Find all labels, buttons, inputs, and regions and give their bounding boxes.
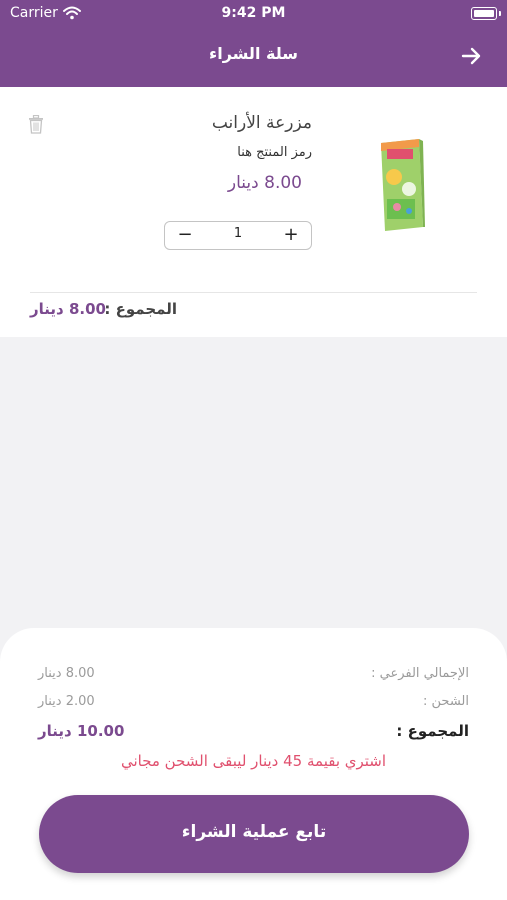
product-image — [377, 137, 425, 233]
status-time: 9:42 PM — [221, 5, 286, 21]
status-bar: Carrier 9:42 PM — [0, 0, 507, 26]
order-summary: الإجمالي الفرعي : 8.00 دينار الشحن : 2.0… — [0, 628, 507, 900]
total-label: المجموع : — [396, 722, 469, 740]
plus-icon[interactable]: + — [281, 224, 301, 246]
product-name: مزرعة الأرانب — [211, 113, 312, 133]
battery-icon — [471, 7, 497, 20]
page-title: سلة الشراء — [209, 44, 298, 63]
total-value: 10.00 دينار — [38, 722, 125, 740]
product-price: 8.00 دينار — [227, 173, 302, 193]
cart-item-card: مزرعة الأرانب رمز المنتج هنا 8.00 دينار … — [0, 87, 507, 337]
header: Carrier 9:42 PM سلة الشراء — [0, 0, 507, 87]
divider — [30, 292, 477, 293]
quantity-stepper: − 1 + — [164, 221, 312, 250]
trash-icon[interactable] — [28, 114, 44, 138]
subtotal-label: الإجمالي الفرعي : — [371, 666, 469, 681]
subtotal-value: 8.00 دينار — [38, 666, 95, 681]
free-shipping-promo: اشتري بقيمة 45 دينار ليبقى الشحن مجاني — [120, 752, 387, 770]
checkout-button-label: تابع عملية الشراء — [181, 822, 327, 842]
back-arrow-icon[interactable] — [459, 44, 483, 68]
checkout-button[interactable]: تابع عملية الشراء — [39, 795, 469, 873]
item-total-label: المجموع : — [104, 300, 177, 318]
shipping-label: الشحن : — [423, 694, 469, 709]
shipping-value: 2.00 دينار — [38, 694, 95, 709]
battery-cap — [499, 11, 501, 16]
product-code: رمز المنتج هنا — [237, 145, 312, 160]
item-total-value: 8.00 دينار — [30, 300, 106, 318]
